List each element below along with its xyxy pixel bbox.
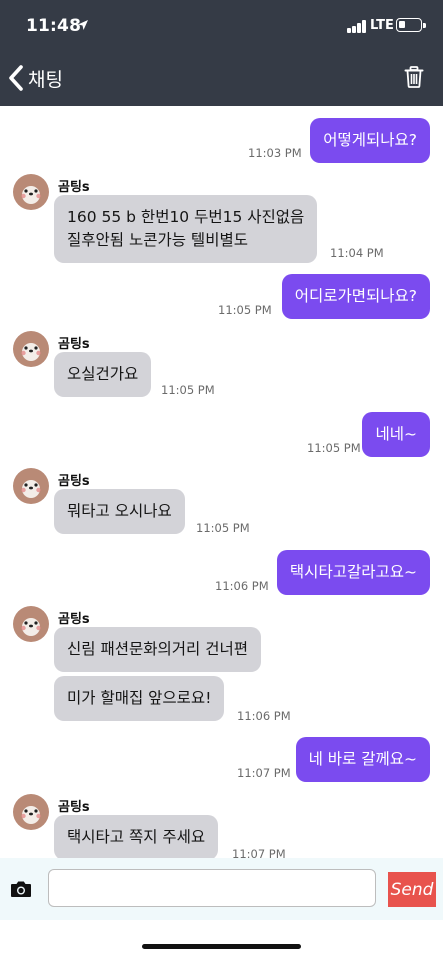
sender-name: 곰팅s	[58, 474, 90, 489]
outgoing-message[interactable]: 네네~	[362, 412, 430, 457]
app-header: 11:48 LTE 채팅	[0, 0, 443, 106]
send-button[interactable]: Send	[388, 872, 436, 907]
message-time: 11:05 PM	[307, 441, 361, 455]
message-time: 11:06 PM	[215, 579, 269, 593]
battery-icon	[396, 18, 426, 32]
incoming-message[interactable]: 미가 할매집 앞으로요!	[54, 676, 225, 721]
avatar-bear-icon	[13, 794, 49, 830]
outgoing-message[interactable]: 어디로가면되나요?	[281, 274, 430, 319]
sender-name: 곰팅s	[58, 612, 90, 627]
message-time: 11:07 PM	[232, 847, 286, 858]
incoming-message[interactable]: 택시타고 쪽지 주세요	[54, 815, 219, 858]
message-time: 11:05 PM	[196, 521, 250, 535]
sender-name: 곰팅s	[58, 800, 90, 815]
signal-icon	[347, 20, 367, 33]
avatar-bear-icon	[13, 331, 49, 367]
chevron-left-icon	[9, 65, 23, 91]
incoming-message[interactable]: 신림 패션문화의거리 건너편	[54, 627, 261, 672]
message-time: 11:03 PM	[248, 146, 302, 160]
network-label: LTE	[370, 18, 394, 33]
outgoing-message[interactable]: 어떻게되나요?	[310, 118, 430, 163]
sender-name: 곰팅s	[58, 337, 90, 352]
page-title: 채팅	[28, 68, 63, 91]
avatar-bear-icon	[13, 174, 49, 210]
status-time: 11:48	[26, 16, 82, 36]
incoming-message[interactable]: 오실건가요	[54, 352, 152, 397]
camera-icon[interactable]	[10, 880, 32, 898]
trash-icon[interactable]	[404, 66, 424, 88]
incoming-message[interactable]: 뭐타고 오시나요	[54, 489, 185, 534]
message-time: 11:06 PM	[237, 709, 291, 723]
outgoing-message[interactable]: 택시타고갈라고요~	[276, 550, 430, 595]
message-input[interactable]	[48, 869, 376, 907]
message-time: 11:04 PM	[330, 246, 384, 260]
message-time: 11:07 PM	[237, 766, 291, 780]
avatar-bear-icon	[13, 468, 49, 504]
incoming-message[interactable]: 160 55 b 한번10 두번15 사진없음 질후안됨 노콘가능 텔비별도	[54, 195, 318, 263]
outgoing-message[interactable]: 네 바로 갈께요~	[295, 737, 430, 782]
message-time: 11:05 PM	[161, 383, 215, 397]
composer-bar: Send	[0, 858, 443, 920]
location-arrow-icon	[78, 20, 88, 30]
avatar-bear-icon	[13, 606, 49, 642]
back-button[interactable]: 채팅	[8, 62, 63, 94]
home-indicator[interactable]	[142, 944, 301, 949]
message-list[interactable]: 어떻게되나요? 11:03 PM 곰팅s 160 55 b 한번10 두번15 …	[0, 106, 443, 858]
message-time: 11:05 PM	[218, 303, 272, 317]
sender-name: 곰팅s	[58, 180, 90, 195]
